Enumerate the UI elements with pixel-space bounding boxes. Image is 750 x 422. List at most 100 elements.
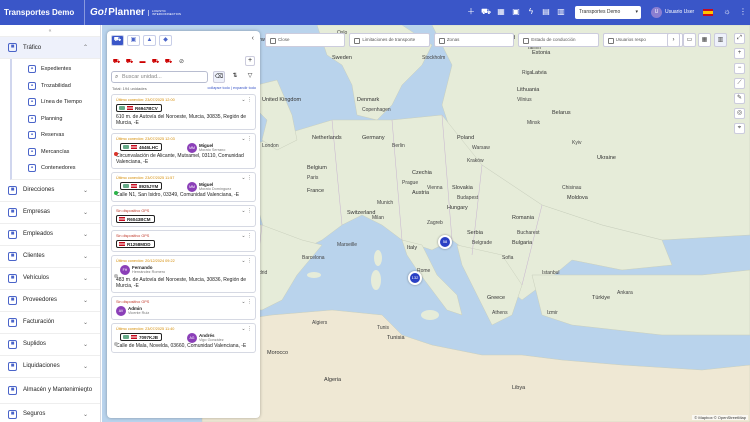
collapse-expand-links[interactable]: collapse todo | expandir todo [208,86,256,90]
sort-icon[interactable]: ⇅ [229,71,241,83]
vehicle-card[interactable]: Sin dispositivo GPS ⌄ ⋮ AV Admin Vicente Rui… [111,296,256,320]
card-menu-icon[interactable]: ⌄ ⋮ [241,299,252,305]
calendar-icon[interactable]: ▥ [556,7,566,17]
filter-chip-1[interactable]: Limitaciones de transporte [349,33,430,47]
sidebar-item-4[interactable]: ▪ Reservas [12,127,100,144]
sidebar-group-2[interactable]: ■ Empresas ⌄ [0,202,100,224]
filter-chip-3[interactable]: Estado de conducción [518,33,599,47]
spain-flag-icon [119,217,125,221]
sidebar-item-1[interactable]: ▪ Trozabilidad [12,78,100,95]
disabled-filter-icon[interactable]: ⊘ [176,57,187,67]
compass-icon[interactable]: ◎ [734,108,745,119]
rigid-filter-icon[interactable]: ⛟ [150,57,161,67]
truck-icon[interactable]: ⛟ [481,7,491,17]
grid-icon[interactable]: ⋮ [738,7,748,17]
clear-search-icon[interactable]: ⌫ [213,71,225,83]
vehicle-cluster[interactable]: 58 [438,235,452,249]
card-menu-icon[interactable]: ⌄ ⋮ [241,208,252,214]
driver-info[interactable]: MM Miguel Morato Serrano [187,143,225,153]
sidebar-item-5[interactable]: ▪ Mercancías [12,144,100,161]
sidebar-group-5[interactable]: ■ Vehículos ⌄ [0,268,100,290]
sidebar-group-0[interactable]: ■ Tráfico ⌃ [0,37,100,59]
tab-vehicles-icon[interactable]: ⛟ [111,35,124,46]
company-select[interactable]: Transportes Demo ▾ [575,6,641,19]
card-menu-icon[interactable]: ⌄ ⋮ [241,136,252,142]
sun-icon[interactable]: ☼ [722,7,732,17]
trailer-filter-icon[interactable]: ▬ [137,57,148,67]
vehicle-card[interactable]: Último conexión: 23/07/2025 12:03 ⌄ ⋮ 4646… [111,133,256,169]
language-flag-icon[interactable] [703,9,713,16]
ruler-icon[interactable]: ⟋ [734,78,745,89]
sidebar-group-4[interactable]: ■ Clientes ⌄ [0,246,100,268]
driver-info[interactable]: AV Admin Vicente Ruiz [116,306,251,316]
sidebar-item-2[interactable]: ▪ Línea de Tiempo [12,94,100,111]
vehicle-card[interactable]: Sin dispositivo GPS ⌄ ⋮ R6043BCM [111,205,256,227]
user-name[interactable]: Usuario User [665,9,694,15]
sidebar-group-label: Proveedores [23,297,58,303]
tab-trailers-icon[interactable]: ▣ [127,35,140,46]
sidebar-group-3[interactable]: ■ Empleados ⌄ [0,224,100,246]
id-card-icon[interactable]: ▣ [511,7,521,17]
card-menu-icon[interactable]: ⌄ ⋮ [241,233,252,239]
card-menu-icon[interactable]: ⌄ ⋮ [241,175,252,181]
vehicle-card[interactable]: Último conexión: 23/07/2025 12:00 ⌄ ⋮ R694… [111,94,256,130]
card-menu-icon[interactable]: ⌄ ⋮ [241,97,252,103]
filter-icon[interactable]: ▽ [244,71,256,83]
map-filter-toolbar: Close Limitaciones de transporte Zonas Esta… [265,33,684,47]
panel-collapse-icon[interactable]: ‹ [252,35,254,42]
sidebar-item-3[interactable]: ▪ Planning [12,111,100,128]
sidebar-group-7[interactable]: ■ Facturación ⌄ [0,312,100,334]
map-city-label: Copenhagen [362,107,391,113]
map-city-label: Istanbul [542,270,560,276]
table-view-button[interactable]: ▦ [698,33,711,47]
toolbar-next-button[interactable]: › [667,33,680,47]
driver-info[interactable]: MM Miguel Morato Domínguez [187,182,231,192]
goplanner-logo[interactable]: Go! Planner LOGISTIC INTERCONNECTION [84,0,188,25]
driver-info[interactable]: FH Fernando Hernández Romero [120,265,251,275]
sidebar-group-8[interactable]: ■ Suplidos ⌄ [0,334,100,356]
card-menu-icon[interactable]: ⌄ ⋮ [241,258,252,264]
map-city-label: Sofia [502,255,514,261]
sidebar-group-6[interactable]: ■ Proveedores ⌄ [0,290,100,312]
van-filter-icon[interactable]: ⛟ [163,57,174,67]
vehicle-card[interactable]: Sin dispositivo GPS ⌄ ⋮ R1258MDD [111,230,256,252]
vehicle-card[interactable]: Último conexión: 23/07/2025 11:40 ⌄ ⋮ 7097… [111,323,256,353]
search-placeholder: Buscar unidad... [122,74,162,80]
vehicle-card[interactable]: Último conexión: 20/12/2024 09:22 ⌄ ⋮ FH Fe… [111,255,256,293]
vehicle-icon [123,184,129,188]
sidebar-group-10[interactable]: ■ Almacén y Mantenimiento ⌄ [0,378,100,404]
vehicle-card[interactable]: Último conexión: 23/07/2025 11:57 ⌄ ⋮ 8925… [111,172,256,202]
sidebar-item-0[interactable]: ▪ Expedientes [12,61,100,78]
sidebar-collapse-button[interactable]: « [0,25,100,37]
filter-chip-0[interactable]: Close [265,33,346,47]
sidebar-group-9[interactable]: ■ Liquidaciones ⌄ [0,356,100,378]
fullscreen-icon[interactable]: ⤢ [734,33,745,44]
calendar-view-button[interactable]: ▥ [714,33,727,47]
sidebar-group-11[interactable]: ■ Seguros ⌄ [0,404,100,422]
tab-warning-icon[interactable]: ▲ [143,35,156,46]
tractor-filter-icon[interactable]: ⛟ [124,57,135,67]
plus-icon[interactable]: ＋ [466,7,476,17]
building-icon[interactable]: ▦ [496,7,506,17]
draw-icon[interactable]: ✎ [734,93,745,104]
zoom-in-icon[interactable]: + [734,48,745,59]
user-avatar[interactable]: U [651,7,662,18]
clipboard-icon[interactable]: ▤ [541,7,551,17]
map-attribution[interactable]: © Mapbox © OpenStreetMap [692,415,748,420]
vehicle-cluster[interactable]: 132 [408,271,422,285]
zoom-out-icon[interactable]: − [734,63,745,74]
client-icon: ■ [8,251,17,261]
bolt-icon[interactable]: ϟ [526,7,536,17]
card-menu-icon[interactable]: ⌄ ⋮ [241,326,252,332]
location-icon[interactable]: ⌖ [734,123,745,134]
sidebar-group-1[interactable]: ■ Direcciones ⌄ [0,180,100,202]
tab-drivers-icon[interactable]: ◆ [159,35,172,46]
layers-button[interactable]: ▭ [683,33,696,47]
sidebar-item-6[interactable]: ▪ Contenedores [12,160,100,177]
add-vehicle-button[interactable]: + [245,56,255,66]
sidebar-group-label: Liquidaciones [23,363,60,369]
truck-filter-icon[interactable]: ⛟ [111,57,122,67]
filter-chip-2[interactable]: Zonas [433,33,515,47]
search-input[interactable]: ⌕ Buscar unidad... [111,71,208,83]
driver-info[interactable]: AG Andrés Vigo González [187,333,224,343]
